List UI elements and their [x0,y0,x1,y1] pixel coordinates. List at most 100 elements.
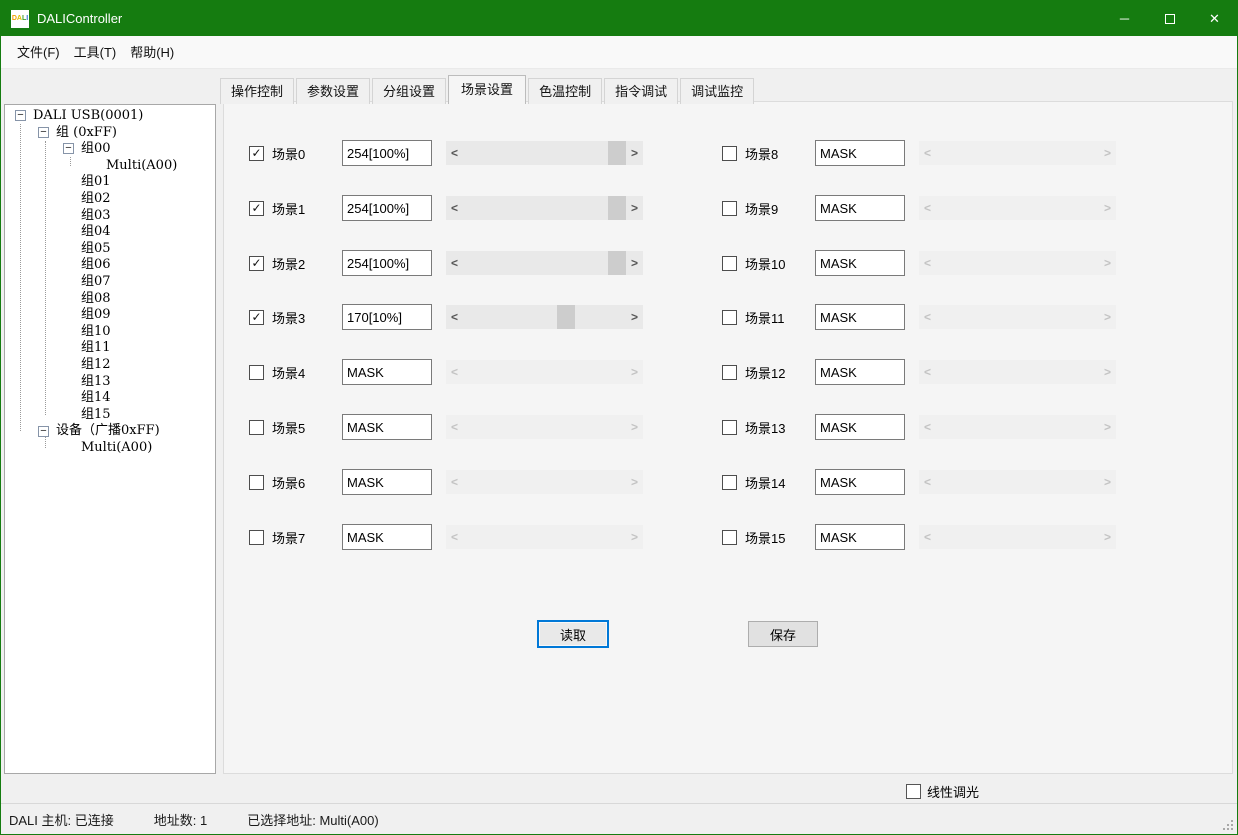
slider-right-arrow-icon[interactable]: > [1099,141,1116,165]
slider-track[interactable] [463,360,626,384]
slider-left-arrow-icon[interactable]: < [919,525,936,549]
slider-left-arrow-icon[interactable]: < [919,305,936,329]
slider-track[interactable] [463,141,626,165]
scene-value-input[interactable] [342,469,432,495]
scene-value-input[interactable] [815,524,905,550]
slider-right-arrow-icon[interactable]: > [626,525,643,549]
scene-slider[interactable]: <> [919,470,1116,494]
scene-checkbox[interactable]: ✓ [249,256,264,271]
minimize-button[interactable]: ─ [1102,1,1147,36]
tree-item-20[interactable]: Multi(A00) [5,440,215,457]
slider-right-arrow-icon[interactable]: > [626,196,643,220]
slider-track[interactable] [936,251,1099,275]
slider-right-arrow-icon[interactable]: > [626,470,643,494]
tree-item-19[interactable]: −设备（广播0xFF) [5,423,215,440]
tree-item-3[interactable]: Multi(A00) [5,158,215,175]
menu-item-1[interactable]: 工具(T) [67,36,124,68]
tree-item-14[interactable]: 组11 [5,340,215,357]
slider-right-arrow-icon[interactable]: > [626,141,643,165]
slider-left-arrow-icon[interactable]: < [919,415,936,439]
slider-right-arrow-icon[interactable]: > [1099,525,1116,549]
tree-expander-icon[interactable]: − [63,143,74,154]
tab-4[interactable]: 色温控制 [528,78,602,104]
scene-value-input[interactable] [815,195,905,221]
slider-right-arrow-icon[interactable]: > [626,305,643,329]
slider-thumb[interactable] [608,141,626,165]
scene-checkbox[interactable]: ✓ [249,146,264,161]
slider-track[interactable] [936,196,1099,220]
scene-slider[interactable]: <> [919,360,1116,384]
tree-item-12[interactable]: 组09 [5,307,215,324]
slider-left-arrow-icon[interactable]: < [446,360,463,384]
scene-slider[interactable]: <> [446,360,643,384]
scene-value-input[interactable] [815,304,905,330]
scene-checkbox[interactable]: ✓ [249,201,264,216]
slider-left-arrow-icon[interactable]: < [919,251,936,275]
slider-left-arrow-icon[interactable]: < [446,525,463,549]
menu-item-2[interactable]: 帮助(H) [123,36,181,68]
tree-item-10[interactable]: 组07 [5,274,215,291]
scene-checkbox[interactable] [249,420,264,435]
slider-right-arrow-icon[interactable]: > [1099,360,1116,384]
slider-right-arrow-icon[interactable]: > [1099,415,1116,439]
scene-slider[interactable]: <> [919,141,1116,165]
tree-item-8[interactable]: 组05 [5,241,215,258]
slider-left-arrow-icon[interactable]: < [446,305,463,329]
slider-track[interactable] [463,305,626,329]
tab-5[interactable]: 指令调试 [604,78,678,104]
slider-right-arrow-icon[interactable]: > [1099,305,1116,329]
slider-right-arrow-icon[interactable]: > [626,251,643,275]
scene-value-input[interactable] [815,469,905,495]
slider-track[interactable] [463,470,626,494]
slider-right-arrow-icon[interactable]: > [1099,251,1116,275]
slider-thumb[interactable] [608,251,626,275]
scene-slider[interactable]: <> [919,196,1116,220]
slider-right-arrow-icon[interactable]: > [626,360,643,384]
slider-left-arrow-icon[interactable]: < [446,141,463,165]
slider-left-arrow-icon[interactable]: < [919,141,936,165]
scene-value-input[interactable] [815,140,905,166]
slider-track[interactable] [936,141,1099,165]
slider-left-arrow-icon[interactable]: < [446,470,463,494]
scene-checkbox[interactable] [249,475,264,490]
tab-3[interactable]: 场景设置 [448,75,526,104]
scene-slider[interactable]: <> [919,415,1116,439]
slider-track[interactable] [936,470,1099,494]
tab-2[interactable]: 分组设置 [372,78,446,104]
slider-track[interactable] [936,525,1099,549]
scene-value-input[interactable] [342,524,432,550]
scene-slider[interactable]: <> [446,305,643,329]
scene-value-input[interactable] [342,140,432,166]
scene-checkbox[interactable] [722,201,737,216]
scene-slider[interactable]: <> [446,196,643,220]
tree-item-7[interactable]: 组04 [5,224,215,241]
linear-dimming-checkbox[interactable] [906,784,921,799]
tab-1[interactable]: 参数设置 [296,78,370,104]
slider-right-arrow-icon[interactable]: > [626,415,643,439]
tree-item-13[interactable]: 组10 [5,324,215,341]
scene-value-input[interactable] [815,414,905,440]
slider-track[interactable] [463,525,626,549]
tree-item-9[interactable]: 组06 [5,257,215,274]
slider-thumb[interactable] [557,305,575,329]
slider-left-arrow-icon[interactable]: < [919,196,936,220]
scene-checkbox[interactable] [722,530,737,545]
scene-slider[interactable]: <> [446,415,643,439]
slider-left-arrow-icon[interactable]: < [919,470,936,494]
tree-item-4[interactable]: 组01 [5,174,215,191]
slider-track[interactable] [936,360,1099,384]
scene-slider[interactable]: <> [919,305,1116,329]
menu-item-0[interactable]: 文件(F) [10,36,67,68]
scene-slider[interactable]: <> [919,525,1116,549]
slider-track[interactable] [463,196,626,220]
scene-value-input[interactable] [342,414,432,440]
scene-value-input[interactable] [342,359,432,385]
slider-track[interactable] [463,415,626,439]
tree-item-1[interactable]: −组 (0xFF) [5,125,215,142]
tree-expander-icon[interactable]: − [38,127,49,138]
slider-track[interactable] [936,415,1099,439]
scene-checkbox[interactable] [722,365,737,380]
slider-right-arrow-icon[interactable]: > [1099,196,1116,220]
scene-checkbox[interactable] [722,420,737,435]
tree-item-5[interactable]: 组02 [5,191,215,208]
